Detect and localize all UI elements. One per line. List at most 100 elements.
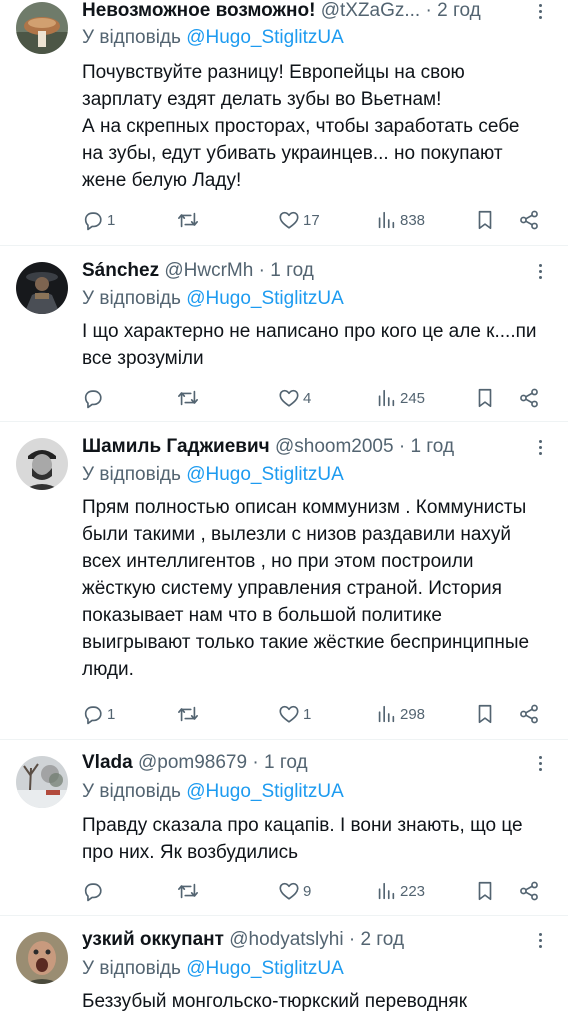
like-count: 4 [303,389,312,407]
views-button[interactable]: 838 [375,207,425,233]
like-button[interactable]: 17 [278,207,320,233]
reply-mention[interactable]: @Hugo_StiglitzUA [186,958,344,979]
avatar[interactable] [16,932,68,984]
timestamp[interactable]: 1 год [264,752,308,773]
avatar-image [16,2,68,54]
reply-mention[interactable]: @Hugo_StiglitzUA [186,464,344,485]
reply-button[interactable] [82,878,107,904]
tweet-header: Шамиль Гаджиевич @shoom2005 · 1 год [82,434,516,460]
bookmark-button[interactable] [474,878,496,904]
views-icon [378,705,395,723]
tweet[interactable]: Шамиль Гаджиевич @shoom2005 · 1 год У ві… [0,422,568,740]
author-name[interactable]: узкий оккупант [82,929,224,950]
bookmark-button[interactable] [474,207,496,233]
views-count: 298 [400,705,426,723]
reply-button[interactable] [82,385,107,411]
like-button[interactable]: 4 [278,385,311,411]
share-button[interactable] [518,207,540,233]
tweet[interactable]: узкий оккупант @hodyatslyhi · 2 год У ві… [0,916,568,1024]
reply-button[interactable]: 1 [82,701,115,727]
reply-prefix: У відповідь [82,464,187,485]
tweet-header: узкий оккупант @hodyatslyhi · 2 год [82,927,516,953]
retweet-button[interactable] [177,207,202,233]
reply-mention[interactable]: @Hugo_StiglitzUA [186,27,344,48]
retweet-icon [178,883,198,899]
author-name[interactable]: Шамиль Гаджиевич [82,436,270,457]
reply-icon [84,212,102,231]
tweet[interactable]: Sánchez @HwcrMh · 1 год У відповідь @Hug… [0,246,568,422]
share-icon [520,881,538,901]
views-icon [378,211,395,229]
reply-mention[interactable]: @Hugo_StiglitzUA [186,781,344,802]
avatar[interactable] [16,262,68,314]
reply-context: У відповідь @Hugo_StiglitzUA [82,286,344,312]
share-icon [520,704,538,724]
tweet-text: Почувствуйте разницу! Европейцы на свою … [82,62,520,191]
separator: · [398,436,406,457]
author-name[interactable]: Невозможное возможно! [82,0,315,21]
bookmark-button[interactable] [474,701,496,727]
reply-icon [84,883,102,902]
more-icon[interactable] [530,929,550,951]
more-icon[interactable] [530,436,550,458]
share-button[interactable] [518,385,540,411]
retweet-button[interactable] [177,878,202,904]
avatar-image [16,438,68,490]
reply-prefix: У відповідь [82,27,187,48]
like-count: 17 [303,211,320,229]
like-count: 9 [303,882,312,900]
like-button[interactable]: 1 [278,701,311,727]
reply-context: У відповідь @Hugo_StiglitzUA [82,25,344,51]
author-handle[interactable]: @shoom2005 [275,436,394,457]
author-handle[interactable]: @tXZaGz... [321,0,421,21]
timestamp[interactable]: 1 год [410,436,454,457]
tweet-header: Sánchez @HwcrMh · 1 год [82,258,516,284]
tweet-text: Правду сказала про кацапів. І вони знают… [82,815,523,863]
tweet-text: І що характерно не написано про кого це … [82,321,537,369]
views-button[interactable]: 298 [375,701,425,727]
views-button[interactable]: 223 [375,878,425,904]
avatar[interactable] [16,2,68,54]
like-button[interactable]: 9 [278,878,311,904]
more-icon[interactable] [530,0,550,22]
avatar-image [16,756,68,808]
views-button[interactable]: 245 [375,385,425,411]
tweet[interactable]: Vlada @pom98679 · 1 год У відповідь @Hug… [0,740,568,916]
retweet-button[interactable] [177,701,202,727]
separator: · [348,929,356,950]
share-button[interactable] [518,701,540,727]
more-icon[interactable] [530,752,550,774]
views-icon [378,882,395,900]
timestamp[interactable]: 1 год [270,260,314,281]
retweet-button[interactable] [177,385,202,411]
action-bar: 1 1 298 [82,701,544,727]
author-name[interactable]: Vlada [82,752,133,773]
like-icon [279,882,299,900]
separator: · [252,752,259,773]
share-button[interactable] [518,878,540,904]
author-name[interactable]: Sánchez [82,260,159,281]
views-icon [378,389,395,407]
avatar-image [16,932,68,984]
like-icon [279,705,299,723]
reply-count: 1 [107,211,116,229]
avatar[interactable] [16,438,68,490]
like-count: 1 [303,705,312,723]
timestamp[interactable]: 2 год [437,0,481,21]
share-icon [520,210,538,230]
reply-icon [84,390,102,409]
bookmark-button[interactable] [474,385,496,411]
reply-mention[interactable]: @Hugo_StiglitzUA [186,288,344,309]
reply-context: У відповідь @Hugo_StiglitzUA [82,462,344,488]
author-handle[interactable]: @HwcrMh [164,260,253,281]
tweet[interactable]: Невозможное возможно! @tXZaGz... · 2 год… [0,0,568,246]
retweet-icon [178,390,198,406]
author-handle[interactable]: @hodyatslyhi [229,929,343,950]
reply-button[interactable]: 1 [82,207,115,233]
more-icon[interactable] [530,260,550,282]
timestamp[interactable]: 2 год [360,929,404,950]
bookmark-icon [478,210,492,230]
avatar[interactable] [16,756,68,808]
action-bar: 9 223 [82,878,544,904]
author-handle[interactable]: @pom98679 [138,752,247,773]
